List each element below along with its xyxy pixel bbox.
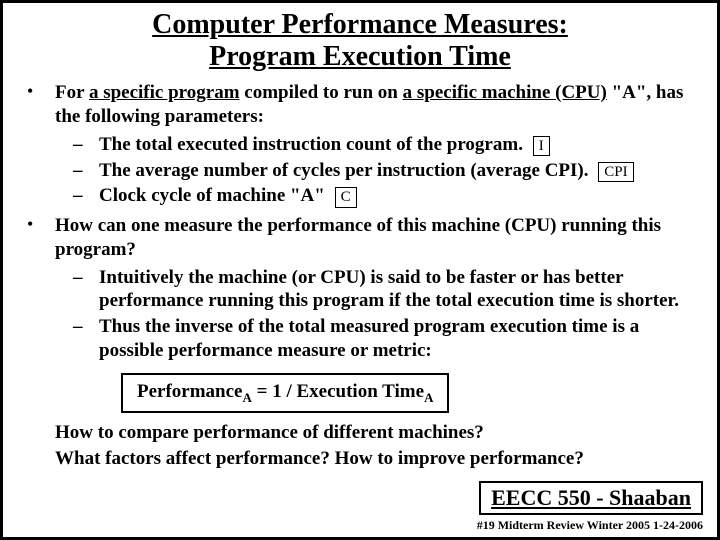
subbullet-2: – The average number of cycles per instr… xyxy=(73,159,699,183)
slide-frame: Computer Performance Measures: Program E… xyxy=(0,0,720,540)
bullet-1: • For a specific program compiled to run… xyxy=(21,81,699,129)
txt: Clock cycle of machine "A" xyxy=(99,185,325,206)
subbullet-4-text: Intuitively the machine (or CPU) is said… xyxy=(99,266,699,314)
dash-icon: – xyxy=(73,266,99,314)
formula-lhs: Performance xyxy=(137,381,243,402)
slide-body: • For a specific program compiled to run… xyxy=(21,81,699,471)
subbullet-1-text: The total executed instruction count of … xyxy=(99,133,699,157)
subbullet-5-text: Thus the inverse of the total measured p… xyxy=(99,315,699,363)
formula-mid: = 1 / Execution Time xyxy=(252,381,424,402)
txt: The average number of cycles per instruc… xyxy=(99,160,589,181)
question-2: What factors affect performance? How to … xyxy=(55,447,699,471)
underline-program: a specific program xyxy=(89,82,240,103)
title-line-1: Computer Performance Measures: xyxy=(152,9,568,40)
subbullet-3: – Clock cycle of machine "A" C xyxy=(73,184,699,208)
slide-meta: #19 Midterm Review Winter 2005 1-24-2006 xyxy=(477,518,703,533)
subbullet-4: – Intuitively the machine (or CPU) is sa… xyxy=(73,266,699,314)
underline-machine: a specific machine (CPU) xyxy=(403,82,607,103)
dash-icon: – xyxy=(73,184,99,208)
param-box-CPI: CPI xyxy=(598,162,633,183)
txt: For xyxy=(55,82,89,103)
bullet-2-text: How can one measure the performance of t… xyxy=(55,214,699,262)
formula-box: PerformanceA = 1 / Execution TimeA xyxy=(121,373,449,414)
formula-sub-a2: A xyxy=(424,389,433,404)
bullet-dot-icon: • xyxy=(21,81,55,129)
param-box-I: I xyxy=(533,136,550,157)
slide-title: Computer Performance Measures: Program E… xyxy=(21,9,699,73)
txt: compiled to run on xyxy=(240,82,403,103)
txt: The total executed instruction count of … xyxy=(99,134,523,155)
bullet-dot-icon: • xyxy=(21,214,55,262)
subbullet-1: – The total executed instruction count o… xyxy=(73,133,699,157)
dash-icon: – xyxy=(73,315,99,363)
param-box-C: C xyxy=(335,187,357,208)
dash-icon: – xyxy=(73,159,99,183)
bullet-1-text: For a specific program compiled to run o… xyxy=(55,81,699,129)
formula-row: PerformanceA = 1 / Execution TimeA xyxy=(121,373,699,414)
subbullet-2-text: The average number of cycles per instruc… xyxy=(99,159,699,183)
dash-icon: – xyxy=(73,133,99,157)
subbullet-5: – Thus the inverse of the total measured… xyxy=(73,315,699,363)
subbullet-3-text: Clock cycle of machine "A" C xyxy=(99,184,699,208)
title-line-2: Program Execution Time xyxy=(209,41,511,72)
bullet-2: • How can one measure the performance of… xyxy=(21,214,699,262)
question-1: How to compare performance of different … xyxy=(55,421,699,445)
formula-sub-a: A xyxy=(243,389,252,404)
course-footer-box: EECC 550 - Shaaban xyxy=(479,481,703,515)
